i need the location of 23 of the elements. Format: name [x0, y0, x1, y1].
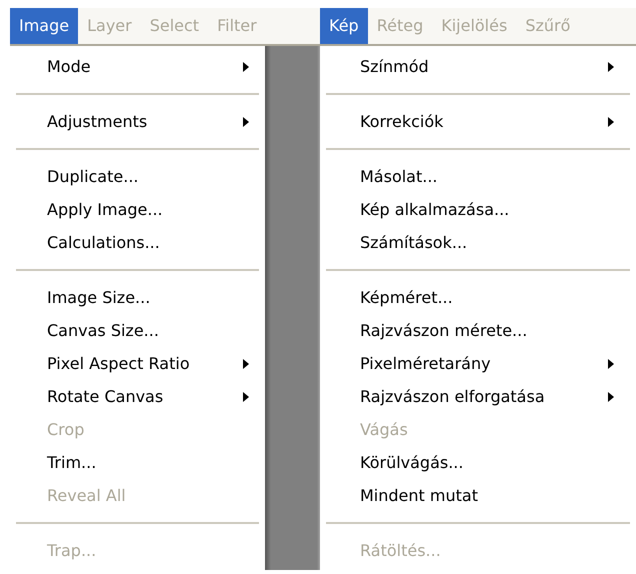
- menu-item[interactable]: Színmód: [320, 50, 636, 83]
- menu-item[interactable]: Számítások...: [320, 226, 636, 259]
- menu-item[interactable]: Image Size...: [10, 281, 265, 314]
- menu-item[interactable]: Calculations...: [10, 226, 265, 259]
- menu-item[interactable]: Mindent mutat: [320, 479, 636, 512]
- menu-item[interactable]: Kép alkalmazása...: [320, 193, 636, 226]
- menu-item[interactable]: Rajzvászon mérete...: [320, 314, 636, 347]
- menu-item[interactable]: Korrekciók: [320, 105, 636, 138]
- menu-bar-item[interactable]: Image: [10, 8, 78, 44]
- menu-item[interactable]: Apply Image...: [10, 193, 265, 226]
- menu-item[interactable]: Másolat...: [320, 160, 636, 193]
- menu-item[interactable]: Trim...: [10, 446, 265, 479]
- menu-item[interactable]: Pixelméretarány: [320, 347, 636, 380]
- menu-item[interactable]: Rajzvászon elforgatása: [320, 380, 636, 413]
- menu-item[interactable]: Duplicate...: [10, 160, 265, 193]
- menu-item[interactable]: Pixel Aspect Ratio: [10, 347, 265, 380]
- menu-item[interactable]: Canvas Size...: [10, 314, 265, 347]
- menu-item[interactable]: Mode: [10, 50, 265, 83]
- menu-bar-item[interactable]: Kép: [320, 8, 368, 44]
- menu-item[interactable]: Körülvágás...: [320, 446, 636, 479]
- menu-item[interactable]: Rotate Canvas: [10, 380, 265, 413]
- menu-item[interactable]: Képméret...: [320, 281, 636, 314]
- menu-item[interactable]: Adjustments: [10, 105, 265, 138]
